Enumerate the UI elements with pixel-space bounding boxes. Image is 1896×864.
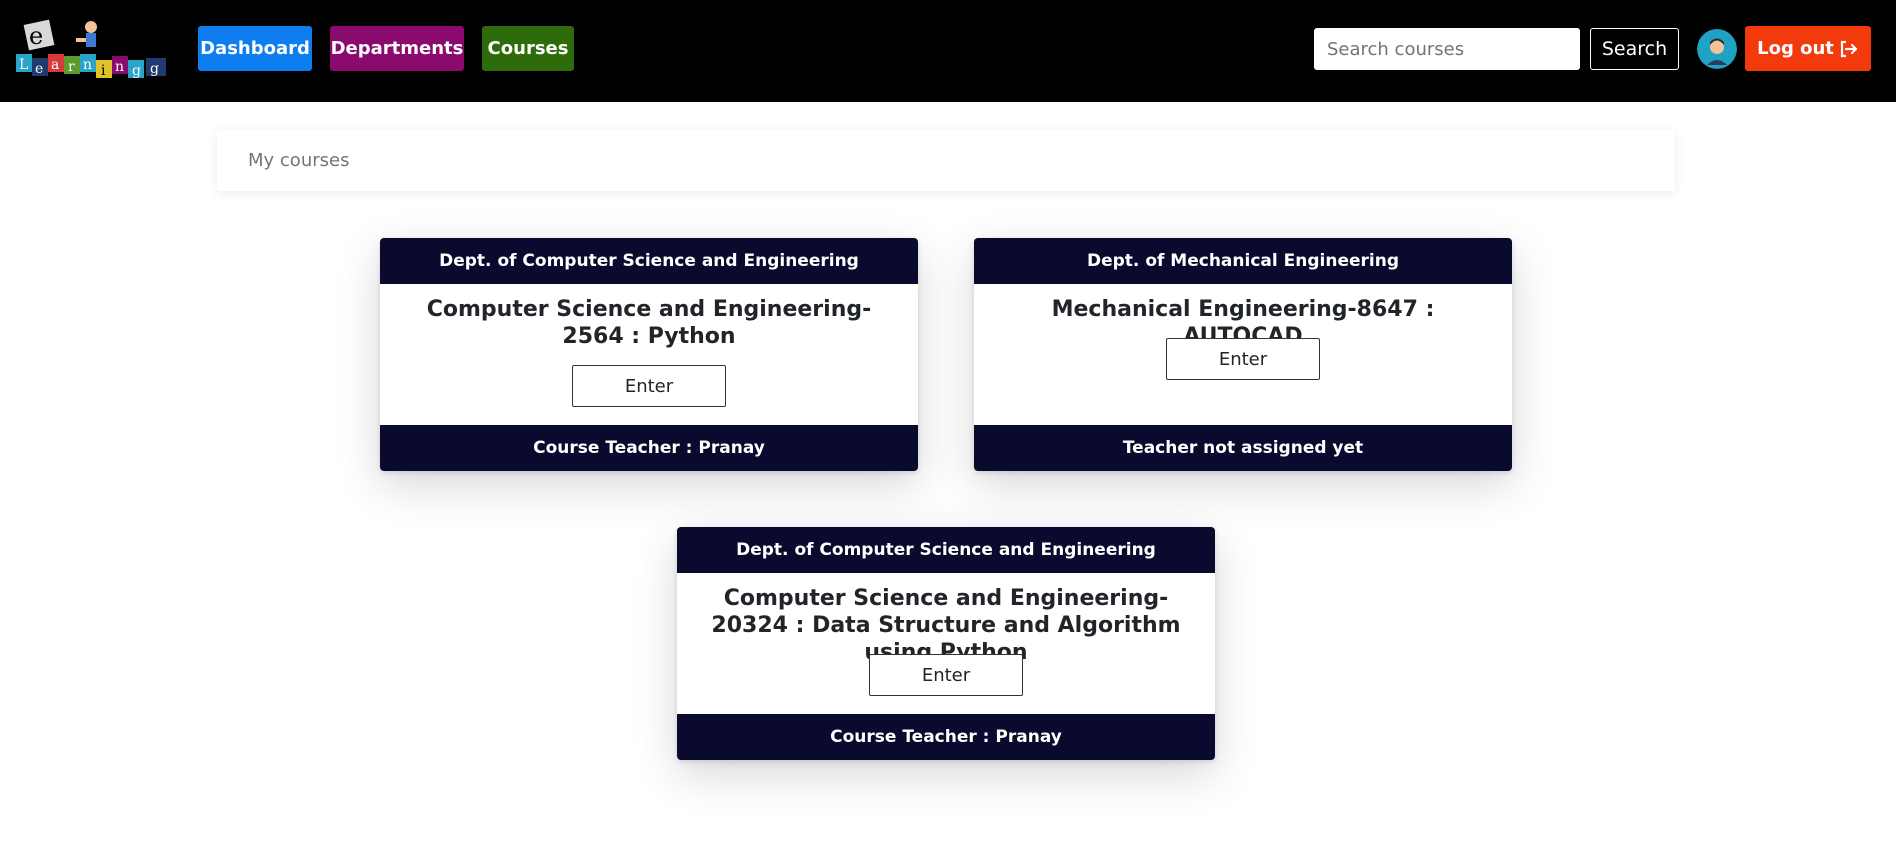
elearning-logo[interactable]: e L e a r n i n g g [16, 18, 172, 80]
breadcrumb: My courses [217, 130, 1675, 191]
svg-text:g: g [150, 61, 159, 77]
breadcrumb-label: My courses [248, 150, 350, 171]
course-department: Dept. of Computer Science and Engineerin… [380, 238, 918, 284]
svg-text:r: r [68, 59, 75, 75]
logout-label: Log out [1757, 38, 1834, 59]
svg-text:a: a [51, 57, 59, 73]
course-card: Dept. of Computer Science and Engineerin… [677, 527, 1215, 760]
enter-course-button[interactable]: Enter [869, 654, 1023, 696]
enter-course-button[interactable]: Enter [1166, 338, 1320, 380]
svg-text:n: n [115, 59, 124, 75]
course-title: Computer Science and Engineering-2564 : … [426, 297, 872, 349]
svg-text:n: n [83, 57, 92, 73]
search-button[interactable]: Search [1590, 28, 1679, 70]
logout-button[interactable]: Log out [1745, 26, 1871, 71]
course-teacher: Course Teacher : Pranay [677, 714, 1215, 760]
nav-departments-button[interactable]: Departments [330, 26, 464, 71]
top-navbar: e L e a r n i n g g Dashboard Department… [0, 0, 1896, 102]
svg-text:i: i [101, 63, 106, 79]
user-avatar[interactable] [1697, 29, 1737, 69]
course-card: Dept. of Computer Science and Engineerin… [380, 238, 918, 471]
enter-course-button[interactable]: Enter [572, 365, 726, 407]
search-input[interactable] [1314, 28, 1580, 70]
svg-text:L: L [19, 57, 28, 73]
nav-dashboard-button[interactable]: Dashboard [198, 26, 312, 71]
nav-courses-button[interactable]: Courses [482, 26, 574, 71]
svg-text:e: e [35, 61, 43, 77]
svg-text:e: e [29, 22, 43, 50]
sign-out-icon [1840, 40, 1857, 57]
svg-text:g: g [132, 63, 141, 79]
course-card: Dept. of Mechanical Engineering Mechanic… [974, 238, 1512, 471]
course-teacher: Teacher not assigned yet [974, 425, 1512, 471]
user-avatar-icon [1697, 29, 1737, 69]
course-department: Dept. of Computer Science and Engineerin… [677, 527, 1215, 573]
course-teacher: Course Teacher : Pranay [380, 425, 918, 471]
course-department: Dept. of Mechanical Engineering [974, 238, 1512, 284]
